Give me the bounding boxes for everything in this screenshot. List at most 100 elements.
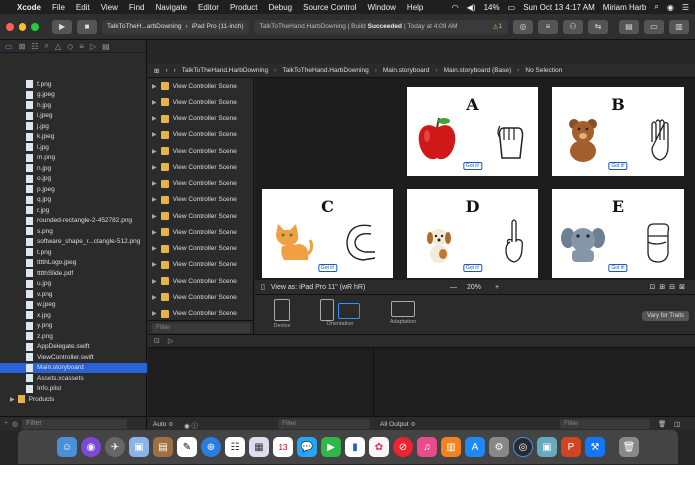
menu-item-editor[interactable]: Editor bbox=[198, 3, 219, 12]
got-it-button[interactable]: Got it! bbox=[317, 264, 338, 272]
file-row[interactable]: Info.plist bbox=[0, 384, 147, 395]
variables-filter-input[interactable]: Filter bbox=[278, 419, 370, 429]
outline-scene-row[interactable]: ▶ View Controller Scene bbox=[148, 111, 253, 127]
report-tab-icon[interactable]: ▤ bbox=[102, 42, 110, 51]
scene-e[interactable]: E Got it! bbox=[552, 186, 684, 278]
system-preferences-icon[interactable]: ⚙ bbox=[489, 437, 509, 457]
app-store-icon[interactable]: A bbox=[465, 437, 485, 457]
outline-scene-row[interactable]: ▶ View Controller Scene bbox=[148, 94, 253, 110]
file-row[interactable]: i.jpeg bbox=[0, 111, 147, 122]
textedit-icon[interactable]: ✎ bbox=[177, 437, 197, 457]
breakpoint-tab-icon[interactable]: ▷ bbox=[90, 42, 96, 51]
disclosure-triangle-icon[interactable]: ▶ bbox=[152, 99, 157, 106]
news-icon[interactable]: ⊘ bbox=[393, 437, 413, 457]
photos-icon[interactable]: ✿ bbox=[369, 437, 389, 457]
toggle-navigator-button[interactable]: ▤ bbox=[619, 19, 640, 34]
file-row[interactable]: u.jpg bbox=[0, 279, 147, 290]
disclosure-triangle-icon[interactable]: ▶ bbox=[152, 229, 157, 236]
group-products[interactable]: ▶ Products bbox=[0, 394, 147, 405]
file-row[interactable]: x.jpg bbox=[0, 310, 147, 321]
file-row[interactable]: h.jpg bbox=[0, 100, 147, 111]
file-row[interactable]: y.png bbox=[0, 321, 147, 332]
standard-editor-button[interactable]: ≡ bbox=[538, 19, 559, 34]
siri-icon[interactable]: ◉ bbox=[667, 3, 674, 12]
got-it-button[interactable]: Got it! bbox=[608, 162, 628, 170]
disclosure-triangle-icon[interactable]: ▶ bbox=[152, 261, 157, 268]
file-row[interactable]: AppDelegate.swift bbox=[0, 342, 147, 353]
got-it-button[interactable]: Got it! bbox=[462, 264, 483, 272]
disclosure-triangle-icon[interactable]: ▶ bbox=[152, 245, 157, 252]
file-row[interactable]: r.jpg bbox=[0, 205, 147, 216]
outline-scene-row[interactable]: ▶ View Controller Scene bbox=[148, 176, 253, 192]
file-row[interactable]: rounded-rectangle-2-452782.png bbox=[0, 216, 147, 227]
volume-icon[interactable]: ◀) bbox=[467, 3, 476, 12]
zoom-in-button[interactable]: + bbox=[495, 284, 499, 291]
related-items-icon[interactable]: ⊞ bbox=[154, 67, 159, 75]
vary-for-traits-button[interactable]: Vary for Traits bbox=[642, 311, 689, 321]
add-file-icon[interactable]: + bbox=[4, 420, 8, 427]
forward-icon[interactable]: › bbox=[174, 67, 176, 74]
symbol-tab-icon[interactable]: ☷ bbox=[31, 42, 38, 51]
clock[interactable]: Sun Oct 13 4:17 AM bbox=[523, 3, 595, 12]
safari-icon[interactable]: ⊕ bbox=[201, 437, 221, 457]
file-row[interactable]: t.png bbox=[0, 247, 147, 258]
assistant-editor-button[interactable]: ⚇ bbox=[563, 19, 584, 34]
find-tab-icon[interactable]: ⌕ bbox=[44, 41, 48, 51]
disclosure-triangle-icon[interactable]: ▶ bbox=[152, 213, 157, 220]
console-filter-input[interactable]: Filter bbox=[560, 419, 650, 429]
toggle-debug-button[interactable]: ▭ bbox=[644, 19, 665, 34]
trash-dock-icon[interactable]: 🗑 bbox=[619, 437, 639, 457]
facetime-icon[interactable]: ▶ bbox=[321, 437, 341, 457]
got-it-button[interactable]: Got it! bbox=[462, 162, 483, 170]
toggle-outline-icon[interactable]: ▯ bbox=[261, 283, 265, 291]
eye-icon[interactable]: ◉ ⓘ bbox=[184, 420, 198, 430]
breadcrumb-project[interactable]: TalkToTheHand.HarbDowning bbox=[182, 67, 268, 74]
outline-scene-row[interactable]: ▶ View Controller Scene bbox=[148, 257, 253, 273]
menu-item-navigate[interactable]: Navigate bbox=[155, 3, 187, 12]
breakpoints-toggle-icon[interactable]: ▷ bbox=[168, 337, 173, 345]
debug-splitter[interactable] bbox=[373, 348, 374, 416]
wifi-icon[interactable]: ◠ bbox=[452, 3, 459, 12]
breadcrumb-selection[interactable]: No Selection bbox=[525, 67, 562, 74]
disclosure-triangle-icon[interactable]: ▶ bbox=[152, 83, 157, 90]
file-row[interactable]: software_shape_r...ctangle-512.png bbox=[0, 237, 147, 248]
scene-a[interactable]: A Got it! bbox=[407, 84, 538, 176]
outline-scene-row[interactable]: ▶ View Controller Scene bbox=[148, 289, 253, 305]
got-it-button[interactable]: Got it! bbox=[608, 264, 628, 272]
toggle-inspector-button[interactable]: ▥ bbox=[669, 19, 690, 34]
file-row[interactable]: q.jpg bbox=[0, 195, 147, 206]
file-row[interactable]: z.png bbox=[0, 331, 147, 342]
orientation-option[interactable]: Orientation bbox=[315, 299, 365, 327]
outline-scene-row[interactable]: ▶ View Controller Scene bbox=[148, 143, 253, 159]
menu-item-source-control[interactable]: Source Control bbox=[303, 3, 356, 12]
preview-icon[interactable]: ▣ bbox=[129, 437, 149, 457]
source-control-tab-icon[interactable]: ⊠ bbox=[19, 42, 26, 51]
menu-item-product[interactable]: Product bbox=[230, 3, 258, 12]
view-as-label[interactable]: View as: iPad Pro 11" (wR hR) bbox=[271, 284, 365, 291]
notification-center-icon[interactable]: ☰ bbox=[682, 3, 689, 12]
xcode-icon[interactable]: ⚒ bbox=[585, 437, 605, 457]
disclosure-triangle-icon[interactable]: ▶ bbox=[152, 164, 157, 171]
disclosure-triangle-icon[interactable]: ▶ bbox=[152, 131, 157, 138]
outline-filter-input[interactable]: Filter bbox=[152, 323, 250, 333]
music-icon[interactable]: ♫ bbox=[417, 437, 437, 457]
disclosure-triangle-icon[interactable]: ▶ bbox=[152, 278, 157, 285]
books-icon[interactable]: ▥ bbox=[441, 437, 461, 457]
minimize-window-button[interactable] bbox=[18, 22, 27, 31]
console-output-select[interactable]: All Output ≎ bbox=[380, 420, 416, 428]
disclosure-triangle-icon[interactable]: ▶ bbox=[152, 148, 157, 155]
menu-app-name[interactable]: Xcode bbox=[17, 3, 41, 12]
storyboard-canvas[interactable]: A Got it! B Got it! C Got it! D Got it! … bbox=[255, 78, 695, 280]
spotlight-icon[interactable]: ⌕ bbox=[654, 2, 658, 12]
scene-b[interactable]: B Got it! bbox=[552, 84, 684, 176]
file-row[interactable]: g.jpeg bbox=[0, 90, 147, 101]
device-option[interactable]: Device bbox=[267, 299, 297, 329]
disclosure-triangle-icon[interactable]: ▶ bbox=[152, 196, 157, 203]
user-name[interactable]: Miriam Harb bbox=[603, 3, 647, 12]
quicktime-icon[interactable]: ◎ bbox=[513, 437, 533, 457]
library-button[interactable]: ◎ bbox=[513, 19, 534, 34]
navigator-filter-input[interactable]: Filter bbox=[22, 418, 127, 429]
outline-scene-row[interactable]: ▶ View Controller Scene bbox=[148, 208, 253, 224]
run-button[interactable]: ▶ bbox=[52, 19, 73, 34]
menu-item-window[interactable]: Window bbox=[367, 3, 395, 12]
